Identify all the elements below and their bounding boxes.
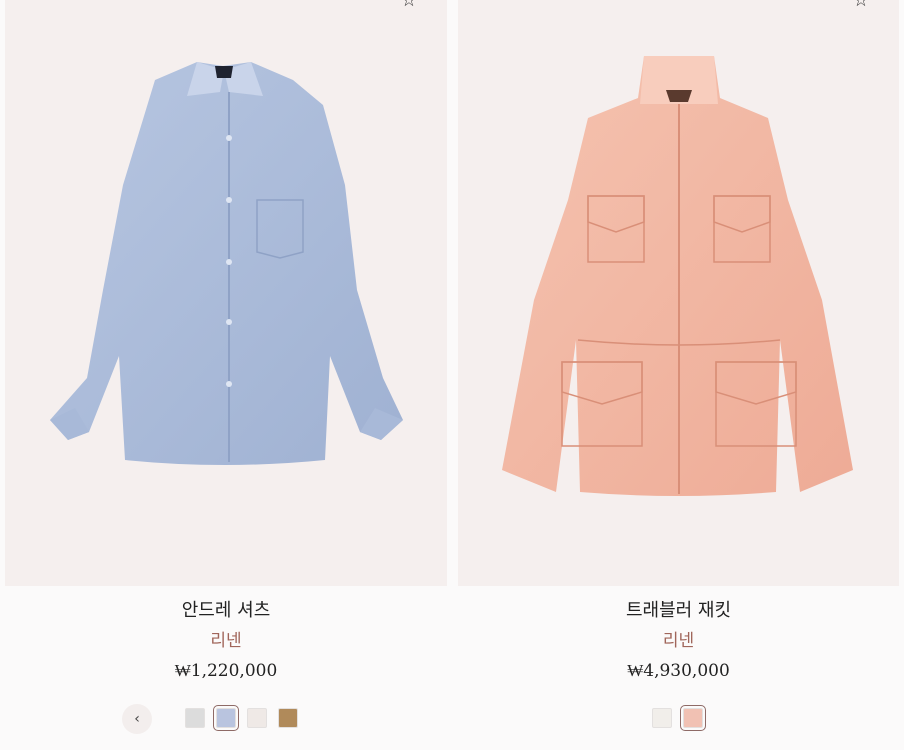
- jacket-image: [502, 56, 853, 496]
- product-name[interactable]: 트래블러 재킷: [458, 599, 899, 623]
- product-info: 트래블러 재킷 리넨 ₩4,930,000: [458, 599, 899, 683]
- wishlist-star-icon[interactable]: ☆: [853, 0, 869, 11]
- color-swatches: [652, 705, 714, 731]
- product-price: ₩1,220,000: [174, 661, 278, 681]
- product-material: 리넨: [662, 631, 695, 651]
- product-image-panel[interactable]: ☆: [5, 0, 447, 586]
- product-price: ₩4,930,000: [627, 661, 730, 681]
- color-swatch[interactable]: [680, 705, 706, 731]
- previous-colors-button[interactable]: ‹: [122, 704, 152, 734]
- product-name[interactable]: 안드레 셔츠: [5, 599, 447, 623]
- product-card-traveller-jacket[interactable]: ☆ 트래블러 재킷 리넨 ₩4,930,000: [458, 0, 899, 683]
- product-card-andre-shirt[interactable]: ☆ 안드레 셔츠 리넨 ₩1,220,000: [5, 0, 447, 683]
- chevron-left-icon: ‹: [134, 711, 140, 727]
- color-swatch[interactable]: [652, 708, 672, 728]
- wishlist-star-icon[interactable]: ☆: [401, 0, 417, 11]
- color-swatches: [185, 705, 309, 731]
- color-swatch[interactable]: [213, 705, 239, 731]
- color-swatch[interactable]: [278, 708, 298, 728]
- shirt-image: [50, 62, 403, 465]
- product-info: 안드레 셔츠 리넨 ₩1,220,000: [5, 599, 447, 683]
- color-swatch[interactable]: [185, 708, 205, 728]
- product-image-panel[interactable]: ☆: [458, 0, 899, 586]
- color-swatch[interactable]: [247, 708, 267, 728]
- product-material: 리넨: [210, 631, 242, 651]
